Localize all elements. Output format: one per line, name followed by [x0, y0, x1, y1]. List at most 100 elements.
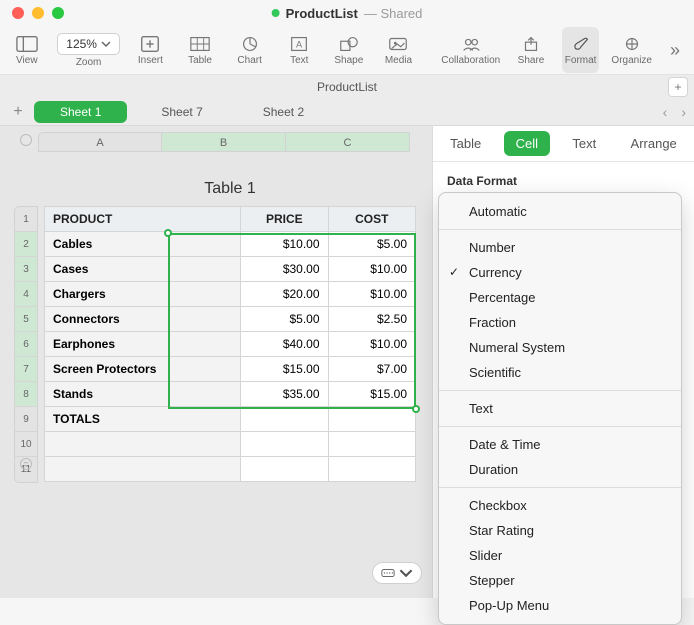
format-option-stepper[interactable]: Stepper: [439, 568, 681, 593]
minimize-window-button[interactable]: [32, 7, 44, 19]
sheet-tab-3[interactable]: Sheet 2: [237, 101, 330, 123]
insert-button[interactable]: Insert: [132, 27, 170, 73]
share-button[interactable]: Share: [512, 27, 550, 73]
add-tab-button[interactable]: +: [668, 77, 688, 97]
format-option-automatic[interactable]: Automatic: [439, 199, 681, 224]
chart-label: Chart: [237, 55, 261, 66]
row-header-9[interactable]: 9: [15, 407, 37, 432]
tab-table[interactable]: Table: [438, 131, 493, 156]
cell-price[interactable]: $5.00: [241, 307, 328, 332]
format-option-slider[interactable]: Slider: [439, 543, 681, 568]
header-product[interactable]: PRODUCT: [45, 207, 241, 232]
selection-handle-br[interactable]: [412, 405, 420, 413]
row-header-3[interactable]: 3: [15, 257, 37, 282]
col-header-a[interactable]: A: [38, 132, 162, 152]
cell-product[interactable]: Cases: [45, 257, 241, 282]
dropdown-separator: [439, 390, 681, 391]
cell-empty[interactable]: [241, 457, 328, 482]
tab-text[interactable]: Text: [560, 131, 608, 156]
cell-product[interactable]: Stands: [45, 382, 241, 407]
sheet-tab-2[interactable]: Sheet 7: [135, 101, 228, 123]
add-sheet-button[interactable]: +: [6, 103, 30, 121]
sheet-prev-button[interactable]: ‹: [659, 102, 672, 122]
table-title[interactable]: Table 1: [44, 180, 416, 198]
format-option-fraction[interactable]: Fraction: [439, 310, 681, 335]
view-button[interactable]: View: [8, 27, 46, 73]
tab-cell[interactable]: Cell: [504, 131, 550, 156]
chart-button[interactable]: Chart: [231, 27, 269, 73]
cell-price[interactable]: $40.00: [241, 332, 328, 357]
tab-arrange[interactable]: Arrange: [619, 131, 689, 156]
close-window-button[interactable]: [12, 7, 24, 19]
format-option-number[interactable]: Number: [439, 235, 681, 260]
media-button[interactable]: Media: [380, 27, 418, 73]
text-button[interactable]: A Text: [280, 27, 318, 73]
format-button[interactable]: Format: [562, 27, 600, 73]
cell-empty[interactable]: [45, 432, 241, 457]
header-cost[interactable]: COST: [328, 207, 415, 232]
cell-product[interactable]: Connectors: [45, 307, 241, 332]
cell-empty[interactable]: [241, 432, 328, 457]
organize-button[interactable]: Organize: [611, 27, 652, 73]
cell-cost[interactable]: $5.00: [328, 232, 415, 257]
cell-totals-label[interactable]: TOTALS: [45, 407, 241, 432]
cell-empty[interactable]: [328, 407, 415, 432]
cell-price[interactable]: $20.00: [241, 282, 328, 307]
format-option-currency[interactable]: Currency: [439, 260, 681, 285]
sheet-tab-1[interactable]: Sheet 1: [34, 101, 127, 123]
cell-empty[interactable]: [328, 457, 415, 482]
row-header-10[interactable]: 10: [15, 432, 37, 457]
cell-cost[interactable]: $2.50: [328, 307, 415, 332]
cell-empty[interactable]: [328, 432, 415, 457]
format-option-checkbox[interactable]: Checkbox: [439, 493, 681, 518]
cell-price[interactable]: $15.00: [241, 357, 328, 382]
format-option-date-time[interactable]: Date & Time: [439, 432, 681, 457]
format-option-text[interactable]: Text: [439, 396, 681, 421]
format-option-scientific[interactable]: Scientific: [439, 360, 681, 385]
table-button[interactable]: Table: [181, 27, 219, 73]
cell-cost[interactable]: $10.00: [328, 282, 415, 307]
sheet-next-button[interactable]: ›: [677, 102, 690, 122]
cell-product[interactable]: Screen Protectors: [45, 357, 241, 382]
col-header-b[interactable]: B: [162, 132, 286, 152]
cell-price[interactable]: $30.00: [241, 257, 328, 282]
format-option-percentage[interactable]: Percentage: [439, 285, 681, 310]
row-header-7[interactable]: 7: [15, 357, 37, 382]
equals-handle-icon[interactable]: =: [20, 458, 32, 470]
selection-handle-tl[interactable]: [164, 229, 172, 237]
chevron-down-icon: [399, 566, 413, 580]
shape-button[interactable]: Shape: [330, 27, 368, 73]
format-option-numeral-system[interactable]: Numeral System: [439, 335, 681, 360]
format-option-duration[interactable]: Duration: [439, 457, 681, 482]
format-option-pop-up-menu[interactable]: Pop-Up Menu: [439, 593, 681, 618]
row-header-2[interactable]: 2: [15, 232, 37, 257]
cell-cost[interactable]: $10.00: [328, 332, 415, 357]
row-header-6[interactable]: 6: [15, 332, 37, 357]
origin-handle-icon[interactable]: [20, 134, 32, 146]
cell-price[interactable]: $35.00: [241, 382, 328, 407]
fullscreen-window-button[interactable]: [52, 7, 64, 19]
row-header-1[interactable]: 1: [15, 207, 37, 232]
row-header-5[interactable]: 5: [15, 307, 37, 332]
row-header-8[interactable]: 8: [15, 382, 37, 407]
collaboration-button[interactable]: Collaboration: [441, 27, 500, 73]
cell-product[interactable]: Chargers: [45, 282, 241, 307]
cell-cost[interactable]: $10.00: [328, 257, 415, 282]
keyboard-menu[interactable]: [372, 562, 422, 584]
sheet-tabs: + Sheet 1 Sheet 7 Sheet 2 ‹ ›: [0, 98, 694, 126]
cell-product[interactable]: Cables: [45, 232, 241, 257]
col-header-c[interactable]: C: [286, 132, 410, 152]
cell-product[interactable]: Earphones: [45, 332, 241, 357]
cell-empty[interactable]: [45, 457, 241, 482]
header-price[interactable]: PRICE: [241, 207, 328, 232]
zoom-control[interactable]: 125% Zoom: [58, 27, 120, 73]
cell-price[interactable]: $10.00: [241, 232, 328, 257]
sheet-area[interactable]: A B C 1234567891011 Table 1 PRODUCT PRIC…: [0, 126, 432, 598]
row-header-4[interactable]: 4: [15, 282, 37, 307]
cell-empty[interactable]: [241, 407, 328, 432]
cell-cost[interactable]: $15.00: [328, 382, 415, 407]
cell-cost[interactable]: $7.00: [328, 357, 415, 382]
format-option-star-rating[interactable]: Star Rating: [439, 518, 681, 543]
row-headers: 1234567891011: [14, 206, 38, 483]
overflow-chevron-icon[interactable]: »: [664, 34, 686, 67]
